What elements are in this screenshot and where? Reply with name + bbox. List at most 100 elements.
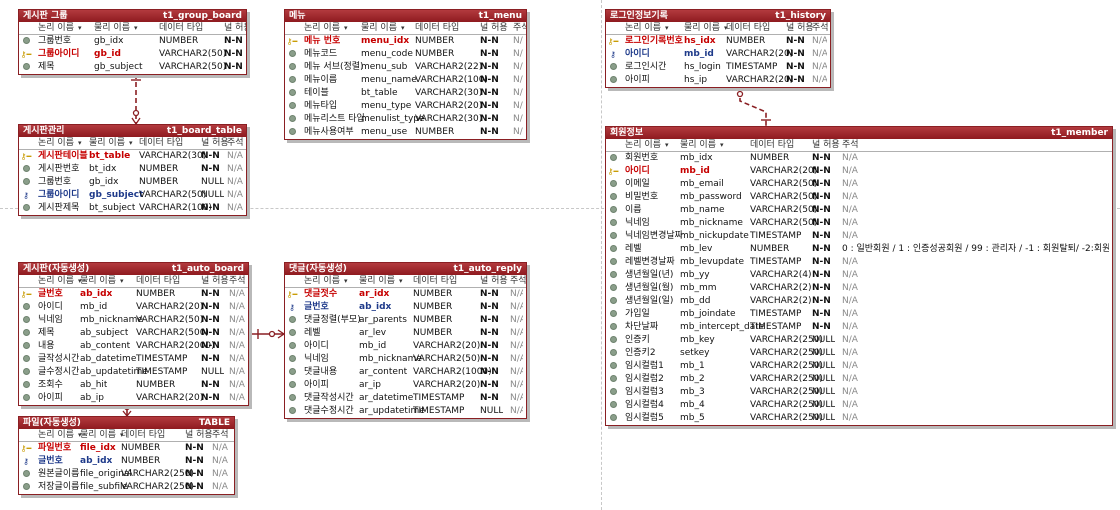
attribute-row[interactable]: 댓글작성시간 ar_datetimeTIMESTAMP N-N N/A	[285, 392, 526, 405]
col-header-type: 데이터 타입	[415, 23, 460, 33]
attribute-row[interactable]: 댓글내용ar_contentVARCHAR2(1000)N-NN/A	[285, 366, 526, 379]
entity-history[interactable]: 로그인정보기록 t1_history 논리 이름 ▾ 물리 이름 ▾ 데이터 타입 널 허용 주…	[605, 9, 831, 88]
attribute-row[interactable]: 임시컬럼4 mb_4 VARCHAR2(250) NULL N/A	[606, 399, 1112, 412]
attribute-row[interactable]: ⚷━ 로그인기록번호 hs_idx NUMBER N-N N/A	[606, 35, 830, 48]
attribute-row[interactable]: 메뉴코드 menu_codeNUMBER N-N N/A	[285, 48, 526, 61]
entity-header[interactable]: 댓글(자동생성) t1_auto_reply	[285, 263, 526, 275]
attribute-row[interactable]: 게시판번호 bt_idx NUMBER N-N N/A	[19, 163, 246, 176]
attr-data-type: NUMBER	[136, 289, 176, 299]
attribute-row[interactable]: 내용 ab_content VARCHAR2(2000) N-N N/A	[19, 340, 248, 353]
attribute-row[interactable]: 댓글수정시간ar_updatetimeTIMESTAMPNULLN/A	[285, 405, 526, 418]
attribute-row[interactable]: 생년월일(일) mb_dd VARCHAR2(2) N-N N/A	[606, 295, 1112, 308]
entity-auto-reply[interactable]: 댓글(자동생성) t1_auto_reply 논리 이름 ▾ 물리 이름 ▾ 데이터 타입 널…	[284, 262, 527, 419]
attribute-row[interactable]: 아이디 mb_id VARCHAR2(20)N-N N/A	[285, 340, 526, 353]
attr-nullable: N-N	[786, 36, 805, 46]
entity-header[interactable]: 게시판 그룹 t1_group_board	[19, 10, 246, 22]
attribute-row[interactable]: ⚷━ 아이디 mb_id VARCHAR2(20) N-N N/A	[606, 165, 1112, 178]
attribute-row[interactable]: 조회수 ab_hit NUMBER N-N N/A	[19, 379, 248, 392]
col-header-nullable: 널 허용	[812, 140, 840, 150]
attribute-row[interactable]: 메뉴이름 menu_nameVARCHAR2(100)N-N N/A	[285, 74, 526, 87]
entity-auto-board[interactable]: 게시판(자동생성) t1_auto_board 논리 이름 ▾ 물리 이름 ▾ 데이터 타입…	[18, 262, 249, 406]
attribute-row[interactable]: 메뉴타입 menu_typeVARCHAR2(20)N-N N/A	[285, 100, 526, 113]
attribute-row[interactable]: 회원번호 mb_idx NUMBER N-N N/A	[606, 152, 1112, 165]
attribute-row[interactable]: 차단날짜 mb_intercept_date TIMESTAMP N-N N/A	[606, 321, 1112, 334]
attribute-row[interactable]: 댓글정렬(부모)ar_parents NUMBER N-N N/A	[285, 314, 526, 327]
attribute-row[interactable]: ⚷ 글번호 ab_idx NUMBER N-N N/A	[19, 455, 234, 468]
attribute-row[interactable]: 제목 ab_subject VARCHAR2(500) N-N N/A	[19, 327, 248, 340]
attribute-row[interactable]: 저장글이름 file_subfile VARCHAR2(250) N-N N/A	[19, 481, 234, 494]
column-dot-icon	[607, 230, 619, 243]
attribute-row[interactable]: 닉네임mb_nicknameVARCHAR2(50)N-NN/A	[606, 217, 1112, 230]
entity-member[interactable]: 회원정보 t1_member 논리 이름 ▾ 물리 이름 ▾ 데이터 타입 널 허용 주석 회원번…	[605, 126, 1113, 426]
attribute-row[interactable]: 그룹번호 gb_idx NUMBER NULL N/A	[19, 176, 246, 189]
attribute-row[interactable]: 아이디 mb_id VARCHAR2(20)N-N N/A	[19, 301, 248, 314]
attribute-row[interactable]: 비밀번호 mb_password VARCHAR2(50) N-N N/A	[606, 191, 1112, 204]
attribute-row[interactable]: 생년월일(월) mb_mm VARCHAR2(2) N-N N/A	[606, 282, 1112, 295]
attribute-row[interactable]: 닉네임mb_nicknameVARCHAR2(50)N-NN/A	[285, 353, 526, 366]
attribute-row[interactable]: 레벨 ar_lev NUMBER N-N N/A	[285, 327, 526, 340]
attribute-row[interactable]: 이메일 mb_email VARCHAR2(50) N-N N/A	[606, 178, 1112, 191]
attribute-row[interactable]: 제목gb_subjectVARCHAR2(50)N-NN/A	[19, 61, 246, 74]
attribute-row[interactable]: 글작성시간 ab_datetime TIMESTAMP N-N N/A	[19, 353, 248, 366]
attribute-row[interactable]: 인증키2 setkey VARCHAR2(250) NULL N/A	[606, 347, 1112, 360]
attribute-row[interactable]: ⚷━ 글번호 ab_idx NUMBER N-N N/A	[19, 288, 248, 301]
entity-header[interactable]: 파일(자동생성) TABLE	[19, 417, 234, 429]
column-dot-icon	[607, 61, 619, 74]
attribute-row[interactable]: 임시컬럼5 mb_5 VARCHAR2(250) NULL N/A	[606, 412, 1112, 425]
attribute-row[interactable]: 임시컬럼2 mb_2 VARCHAR2(250) NULL N/A	[606, 373, 1112, 386]
attr-logical-name: 글수정시간	[38, 367, 80, 377]
attribute-row[interactable]: ⚷━ 댓글젓수 ar_idx NUMBER N-N N/A	[285, 288, 526, 301]
attribute-row[interactable]: 메뉴 서브(정렬)menu_sub VARCHAR2(22)N-N N/A	[285, 61, 526, 74]
attribute-row[interactable]: 닉네임mb_nicknameVARCHAR2(50)N-NN/A	[19, 314, 248, 327]
attribute-row[interactable]: 메뉴사용여부 menu_use NUMBER N-N N/A	[285, 126, 526, 139]
attribute-row[interactable]: 테이블 bt_table VARCHAR2(30)N-N N/A	[285, 87, 526, 100]
col-header-logical: 논리 이름	[38, 430, 74, 440]
entity-header[interactable]: 메뉴 t1_menu	[285, 10, 526, 22]
attribute-row[interactable]: ⚷━그룹아이디gb_idVARCHAR2(50)N-NN/A	[19, 48, 246, 61]
attribute-row[interactable]: 임시컬럼1 mb_1 VARCHAR2(250) NULL N/A	[606, 360, 1112, 373]
entity-header[interactable]: 게시판(자동생성) t1_auto_board	[19, 263, 248, 275]
attribute-row[interactable]: 아이피 ar_ip VARCHAR2(20)N-N N/A	[285, 379, 526, 392]
erd-canvas[interactable]: 게시판 그룹 t1_group_board 논리 이름 ▾ 물리 이름 ▾ 데이터 타입 널 …	[0, 0, 1120, 510]
attr-data-type: VARCHAR2(20)	[726, 75, 794, 85]
attribute-row[interactable]: ⚷━ 파일번호 file_idx NUMBER N-N N/A	[19, 442, 234, 455]
attribute-row[interactable]: 게시판제목 bt_subject VARCHAR2(100) N-N N/A	[19, 202, 246, 215]
entity-menu[interactable]: 메뉴 t1_menu 논리 이름 ▾ 물리 이름 ▾ 데이터 타입 널 허용 주석 ⚷━ 메뉴 번호…	[284, 9, 527, 140]
attribute-row[interactable]: ⚷━ 게시판테이블 bt_table VARCHAR2(30) N-N N/A	[19, 150, 246, 163]
entity-header[interactable]: 로그인정보기록 t1_history	[606, 10, 830, 22]
attribute-row[interactable]: 레벨 mb_lev NUMBER N-N 0 : 일반회원 / 1 : 인증성공회원 /…	[606, 243, 1112, 256]
attr-logical-name: 아이피	[625, 75, 650, 85]
attribute-row[interactable]: 인증키 mb_key VARCHAR2(250) NULL N/A	[606, 334, 1112, 347]
attr-data-type: VARCHAR2(50)	[136, 315, 204, 325]
entity-header[interactable]: 회원정보 t1_member	[606, 127, 1112, 139]
column-dot-icon	[286, 61, 298, 74]
attribute-row[interactable]: ⚷ 글번호 ab_idx NUMBER N-N N/A	[285, 301, 526, 314]
attribute-row[interactable]: 닉네임변경날짜 mb_nickupdate TIMESTAMP N-N N/A	[606, 230, 1112, 243]
attribute-row[interactable]: 그룹번호gb_idxNUMBERN-NN/A	[19, 35, 246, 48]
attr-logical-name: 회원번호	[625, 153, 659, 163]
attr-nullable: N-N	[201, 380, 220, 390]
attribute-row[interactable]: 생년월일(년) mb_yy VARCHAR2(4) N-N N/A	[606, 269, 1112, 282]
entity-header[interactable]: 게시판관리 t1_board_table	[19, 125, 246, 137]
attr-nullable: N-N	[201, 289, 220, 299]
primary-key-icon: ⚷━	[20, 50, 32, 59]
attr-data-type: TIMESTAMP	[726, 62, 778, 72]
attribute-row[interactable]: 임시컬럼3 mb_3 VARCHAR2(250) NULL N/A	[606, 386, 1112, 399]
attribute-row[interactable]: 레벨변경날짜 mb_levupdate TIMESTAMP N-N N/A	[606, 256, 1112, 269]
attribute-row[interactable]: 메뉴리스트 타입menulist_typeVARCHAR2(30)N-NN/A	[285, 113, 526, 126]
attribute-row[interactable]: 아이피 hs_ip VARCHAR2(20) N-N N/A	[606, 74, 830, 87]
entity-group-board[interactable]: 게시판 그룹 t1_group_board 논리 이름 ▾ 물리 이름 ▾ 데이터 타입 널 …	[18, 9, 247, 75]
attribute-row[interactable]: 가입일 mb_joindate TIMESTAMP N-N N/A	[606, 308, 1112, 321]
attribute-row[interactable]: 로그인시간 hs_login TIMESTAMP N-N N/A	[606, 61, 830, 74]
column-dot-icon	[607, 74, 619, 87]
attribute-row[interactable]: ⚷ 아이디 mb_id VARCHAR2(20) N-N N/A	[606, 48, 830, 61]
entity-board-table[interactable]: 게시판관리 t1_board_table 논리 이름 ▾ 물리 이름 ▾ 데이터 타입 널 허…	[18, 124, 247, 216]
attribute-row[interactable]: 글수정시간 ab_updatetime TIMESTAMP NULL N/A	[19, 366, 248, 379]
attribute-row[interactable]: 아이피 ab_ip VARCHAR2(20) N-N N/A	[19, 392, 248, 405]
attribute-row[interactable]: 원본글이름 file_original VARCHAR2(250) N-N N/A	[19, 468, 234, 481]
attribute-row[interactable]: ⚷━ 메뉴 번호 menu_idx NUMBER N-N N/A	[285, 35, 526, 48]
attribute-row[interactable]: ⚷ 그룹아이디 gb_subject VARCHAR2(50) NULL N/A	[19, 189, 246, 202]
entity-file[interactable]: 파일(자동생성) TABLE 논리 이름 ▾ 물리 이름 ▾ 데이터 타입 널 허용 주석 ⚷━ 파…	[18, 416, 235, 495]
col-header-type: 데이터 타입	[136, 276, 181, 286]
attribute-row[interactable]: 이름 mb_name VARCHAR2(50) N-N N/A	[606, 204, 1112, 217]
